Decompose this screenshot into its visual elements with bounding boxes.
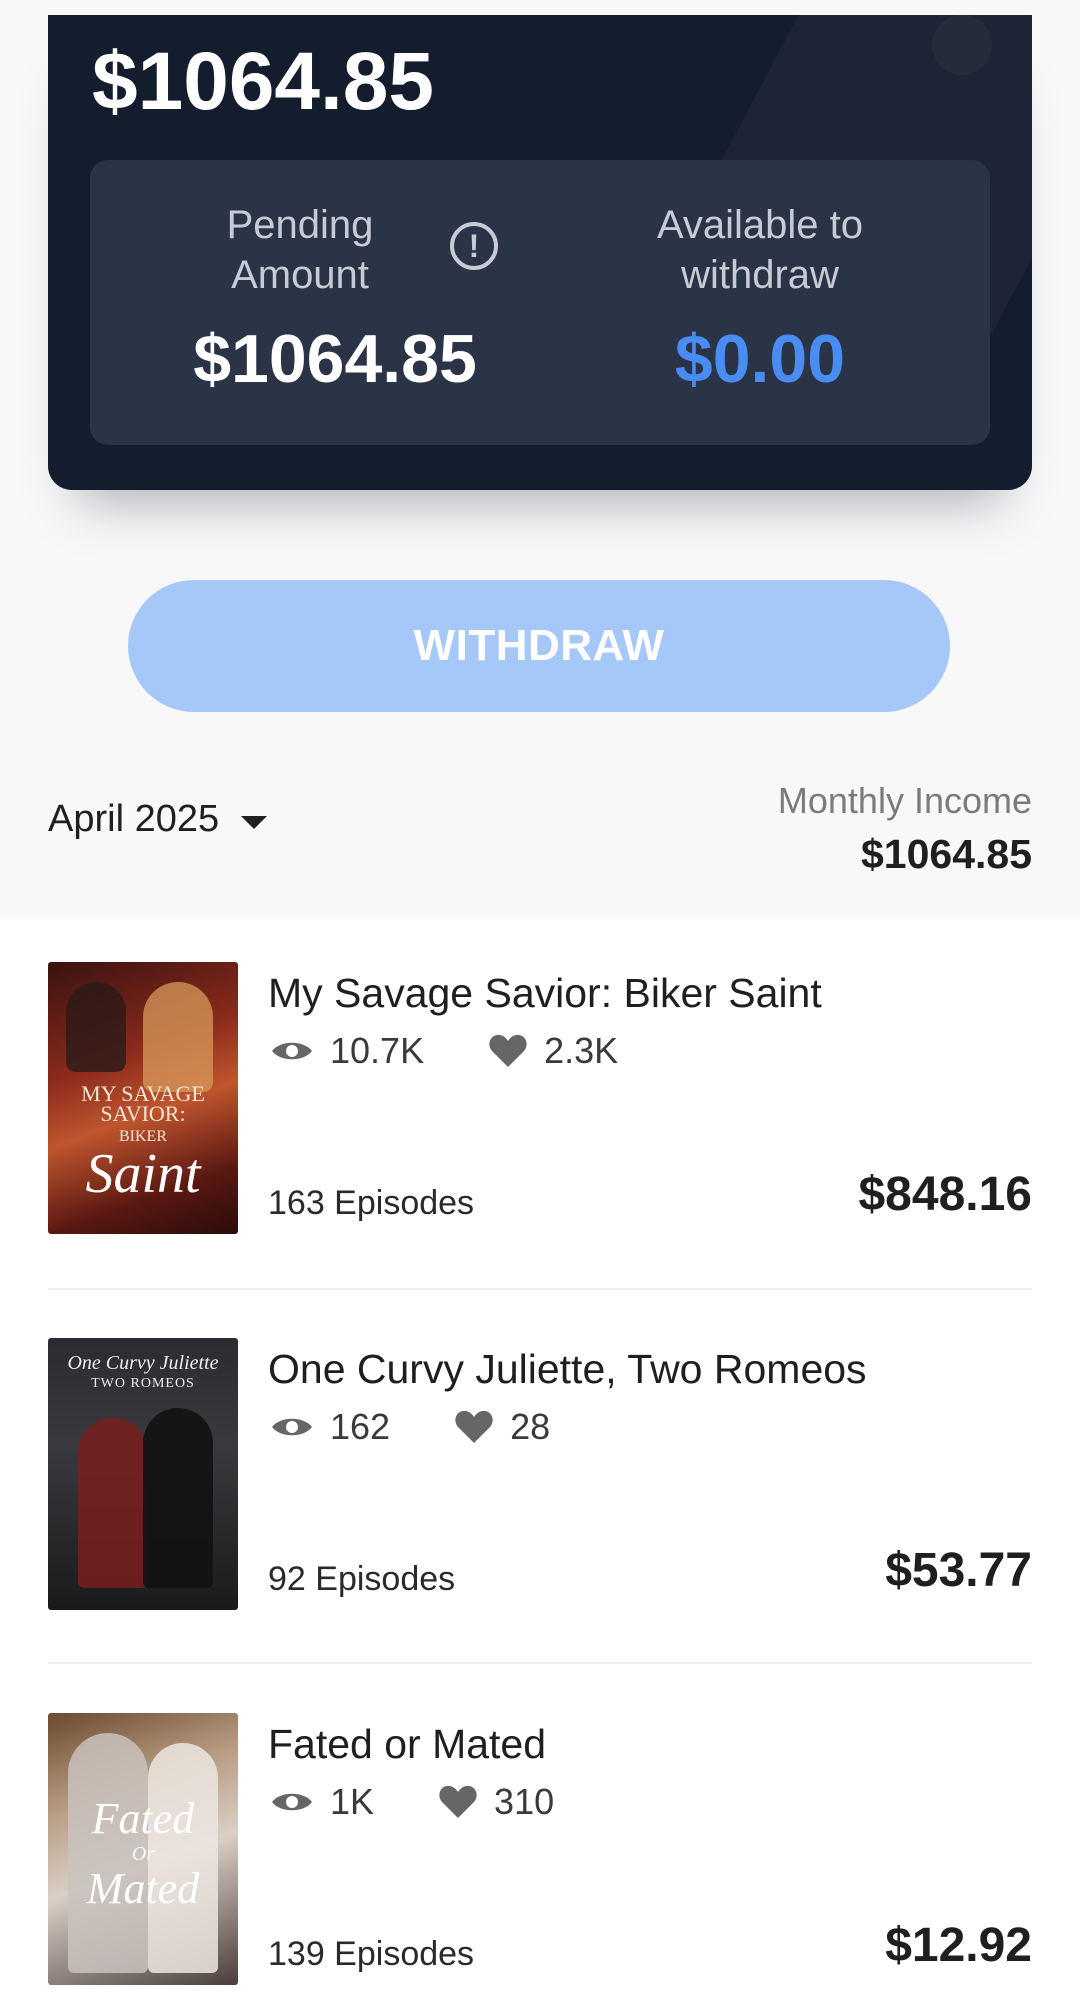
divider xyxy=(48,1662,1032,1664)
book-stats: 10.7K 2.3K xyxy=(270,1030,618,1072)
book-stats: 162 28 xyxy=(270,1406,550,1448)
views-count: 162 xyxy=(330,1406,391,1447)
book-cover: One Curvy Juliette TWO ROMEOS xyxy=(48,1338,238,1610)
views-count: 10.7K xyxy=(330,1030,425,1071)
caret-down-icon xyxy=(241,816,268,829)
eye-icon xyxy=(272,1793,312,1811)
book-earnings: $12.92 xyxy=(885,1919,1032,1972)
episode-count: 163 Episodes xyxy=(268,1184,475,1222)
monthly-income-label: Monthly Income xyxy=(777,780,1032,821)
book-earnings: $53.77 xyxy=(885,1544,1032,1597)
likes-count: 28 xyxy=(510,1406,551,1447)
heart-icon xyxy=(455,1410,493,1443)
book-title: One Curvy Juliette, Two Romeos xyxy=(268,1346,867,1392)
available-to-withdraw-value: $0.00 xyxy=(674,321,846,397)
likes-stat: 2.3K xyxy=(488,1030,618,1072)
views-stat: 1K xyxy=(270,1781,374,1823)
month-selector[interactable]: April 2025 xyxy=(48,798,268,841)
book-row[interactable]: MY SAVAGE SAVIOR: BIKER Saint My Savage … xyxy=(48,962,1032,1234)
likes-count: 310 xyxy=(494,1781,555,1822)
card-decoration-dot xyxy=(932,15,992,75)
total-balance: $1064.85 xyxy=(92,36,435,127)
book-title: Fated or Mated xyxy=(268,1721,547,1767)
episode-count: 92 Episodes xyxy=(268,1560,456,1598)
cover-title-text: Fated xyxy=(91,1794,195,1843)
heart-icon xyxy=(439,1785,477,1818)
info-icon[interactable]: ! xyxy=(450,222,498,270)
book-cover: MY SAVAGE SAVIOR: BIKER Saint xyxy=(48,962,238,1234)
book-cover: Fated Or Mated xyxy=(48,1713,238,1985)
likes-stat: 28 xyxy=(454,1406,550,1448)
pending-amount-value: $1064.85 xyxy=(193,321,477,397)
book-title: My Savage Savior: Biker Saint xyxy=(268,970,822,1016)
episode-count: 139 Episodes xyxy=(268,1935,475,1973)
balance-card: $1064.85 Pending Amount ! $1064.85 Avail… xyxy=(48,15,1032,490)
cover-subtitle-text: TWO ROMEOS xyxy=(91,1376,195,1391)
divider xyxy=(48,1288,1032,1290)
cover-title-text: One Curvy Juliette xyxy=(67,1352,219,1374)
month-label: April 2025 xyxy=(48,798,220,840)
withdraw-button[interactable]: WITHDRAW xyxy=(128,580,950,712)
pending-amount-label: Pending Amount xyxy=(226,203,374,297)
views-stat: 162 xyxy=(270,1406,390,1448)
views-count: 1K xyxy=(330,1781,375,1822)
eye-icon xyxy=(272,1418,312,1436)
book-row[interactable]: One Curvy Juliette TWO ROMEOS One Curvy … xyxy=(48,1338,1032,1610)
cover-title-text: MY SAVAGE SAVIOR: xyxy=(81,1081,205,1126)
likes-stat: 310 xyxy=(438,1781,554,1823)
book-stats: 1K 310 xyxy=(270,1781,554,1823)
views-stat: 10.7K xyxy=(270,1030,424,1072)
eye-icon xyxy=(272,1042,312,1060)
book-earnings: $848.16 xyxy=(858,1168,1032,1221)
available-to-withdraw-label: Available to withdraw xyxy=(656,203,864,297)
cover-script-text: Mated xyxy=(86,1864,200,1913)
balance-breakdown: Pending Amount ! $1064.85 Available to w… xyxy=(90,160,990,445)
book-row[interactable]: Fated Or Mated Fated or Mated 1K 310 139… xyxy=(48,1713,1032,1985)
heart-icon xyxy=(489,1034,527,1067)
likes-count: 2.3K xyxy=(544,1030,619,1071)
cover-script-text: Saint xyxy=(85,1143,201,1205)
monthly-income-value: $1064.85 xyxy=(860,831,1032,877)
